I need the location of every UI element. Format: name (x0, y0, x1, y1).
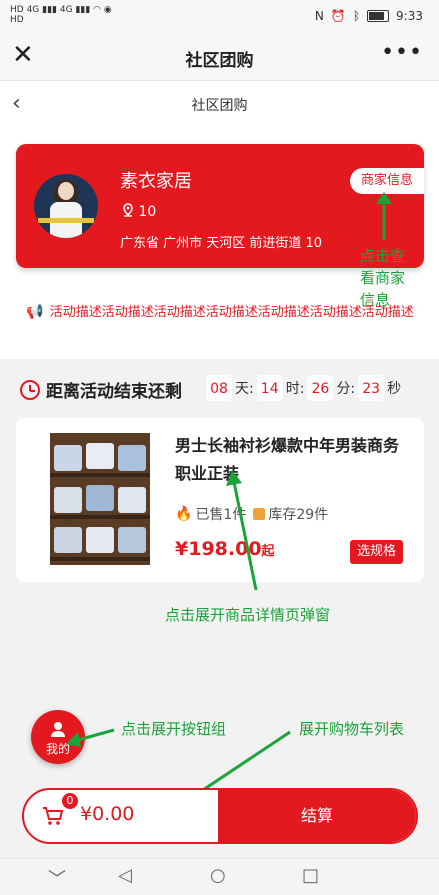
status-right: N ⏰ ᛒ 9:33 (315, 9, 423, 23)
countdown-unit: 时: (285, 381, 305, 397)
countdown-days: 08 (206, 375, 232, 401)
status-bar: HD 4G ▮▮▮ 4G ▮▮▮ ◠ ◉ HD N ⏰ ᛒ 9:33 (0, 0, 439, 32)
nav-back-icon[interactable]: ◁ (118, 865, 132, 886)
fire-icon: 🔥 (175, 506, 193, 522)
countdown-label: 距离活动结束还剩 (20, 377, 182, 402)
alarm-icon: ⏰ (330, 9, 346, 23)
bluetooth-icon: ᛒ (352, 9, 361, 23)
annotation-text: 点击查 (360, 247, 406, 265)
status-left: HD 4G ▮▮▮ 4G ▮▮▮ ◠ ◉ HD (10, 5, 112, 25)
hd-indicator: HD (10, 5, 24, 15)
merchant-number-row: 10 (122, 203, 156, 220)
merchant-info-button[interactable]: 商家信息 (350, 168, 424, 194)
location-pin-icon (123, 203, 133, 217)
annotation-cart-list: 展开购物车列表 (299, 720, 405, 738)
countdown-label-text: 距离活动结束还剩 (46, 382, 182, 402)
page-title: 社区团购 (191, 98, 248, 114)
activity-description-text: 活动描述活动描述活动描述活动描述活动描述活动描述活动描述 (49, 305, 414, 320)
countdown-hours: 14 (256, 375, 283, 401)
annotation-text: 看商家 (360, 269, 406, 287)
signal-label: 4G (59, 5, 73, 15)
nav-recent-icon[interactable]: □ (302, 865, 319, 886)
select-spec-button[interactable]: 选规格 (350, 540, 403, 564)
alarm-clock-icon (20, 379, 40, 400)
cart-bar[interactable]: ¥0.00 结算 (22, 788, 418, 844)
battery-icon (367, 10, 390, 22)
hd-indicator: HD (10, 15, 24, 25)
system-nav-bar: ﹀ ◁ ○ □ (0, 858, 439, 895)
nfc-icon: N (314, 9, 324, 23)
person-icon (51, 722, 65, 737)
megaphone-icon: 📢 (26, 304, 44, 320)
signal-label: 4G (26, 5, 40, 15)
status-time: 9:33 (396, 9, 423, 23)
countdown-minutes: 26 (307, 375, 334, 401)
countdown-timer: 08 天: 14 时: 26 分: 23 秒 (206, 375, 404, 403)
annotation-product-detail: 点击展开商品详情页弹窗 (165, 606, 331, 624)
cart-amount: ¥0.00 (80, 803, 135, 825)
product-stock: 库存29件 (268, 507, 329, 523)
app-bar: ✕ 社区团购 ••• (0, 32, 439, 80)
merchant-avatar (34, 174, 98, 238)
arrow-icon (376, 192, 392, 240)
countdown-unit: 秒 (387, 381, 402, 397)
chevron-down-icon[interactable]: ﹀ (48, 865, 66, 891)
product-image[interactable] (50, 433, 150, 565)
activity-description: 📢 活动描述活动描述活动描述活动描述活动描述活动描述活动描述 (16, 302, 424, 323)
countdown-unit: 分: (336, 381, 356, 397)
arrow-icon (226, 470, 258, 591)
countdown-seconds: 23 (358, 375, 385, 401)
sub-header: ‹ 社区团购 (0, 80, 439, 130)
more-icon[interactable]: ••• (381, 40, 423, 65)
merchant-name: 素衣家居 (120, 171, 192, 192)
merchant-number: 10 (138, 204, 157, 220)
cart-badge: 0 (62, 793, 78, 809)
merchant-address: 广东省 广州市 天河区 前进街道 10 (120, 236, 323, 251)
checkout-button[interactable]: 结算 (218, 790, 416, 842)
app-title: 社区团购 (185, 51, 254, 71)
nav-home-icon[interactable]: ○ (210, 865, 226, 886)
arrow-icon (66, 728, 115, 747)
product-title[interactable]: 男士长袖衬衫爆款中年男装商务职业正装 (175, 432, 410, 488)
countdown-unit: 天: (235, 381, 254, 397)
cart-icon[interactable] (42, 806, 64, 826)
